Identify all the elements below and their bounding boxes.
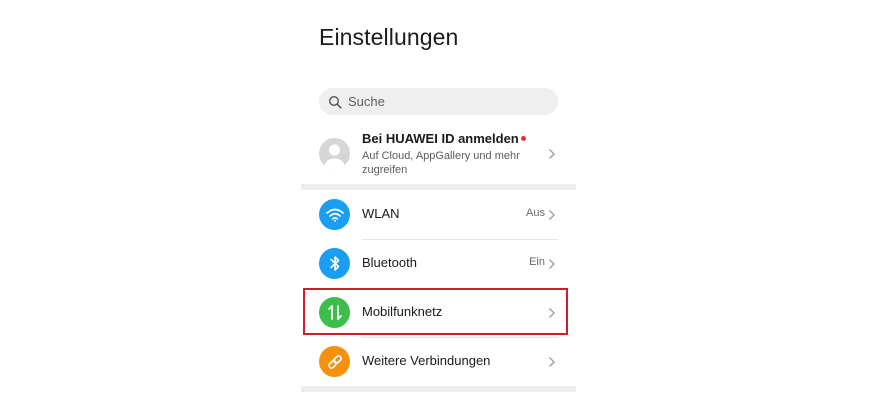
chevron-right-icon (549, 308, 555, 318)
settings-item-wlan[interactable]: WLAN Aus (301, 190, 576, 239)
settings-item-more-connections[interactable]: Weitere Verbindungen (301, 337, 576, 386)
default-avatar-icon (324, 144, 345, 169)
search-placeholder: Suche (348, 94, 385, 109)
mobile-data-icon (319, 297, 350, 328)
settings-panel: Einstellungen Suche Bei HUAWEI ID anmeld… (301, 0, 576, 400)
notification-dot (520, 136, 526, 141)
settings-item-label: Mobilfunknetz (362, 304, 443, 319)
settings-item-mobile-network[interactable]: Mobilfunknetz (301, 288, 576, 337)
settings-item-bluetooth[interactable]: Bluetooth Ein (301, 239, 576, 288)
account-title: Bei HUAWEI ID anmelden (362, 131, 526, 146)
settings-item-label: WLAN (362, 206, 400, 221)
avatar (319, 138, 350, 169)
settings-item-value: Aus (526, 207, 545, 219)
page-title: Einstellungen (319, 24, 459, 50)
wifi-icon (319, 199, 350, 230)
search-icon (328, 95, 342, 109)
chevron-right-icon (549, 210, 555, 220)
search-bar[interactable]: Suche (319, 88, 558, 115)
chevron-right-icon (549, 259, 555, 269)
link-icon (319, 346, 350, 377)
bluetooth-icon (319, 248, 350, 279)
huawei-id-row[interactable]: Bei HUAWEI ID anmelden Auf Cloud, AppGal… (301, 127, 576, 183)
settings-item-label: Bluetooth (362, 255, 417, 270)
chevron-right-icon (549, 357, 555, 367)
settings-item-label: Weitere Verbindungen (362, 353, 491, 368)
account-subtitle: Auf Cloud, AppGallery und mehr zugreifen (362, 150, 520, 176)
section-separator (301, 386, 576, 392)
chevron-right-icon (549, 149, 555, 159)
settings-item-value: Ein (529, 256, 545, 268)
account-title-text: Bei HUAWEI ID anmelden (362, 131, 519, 146)
